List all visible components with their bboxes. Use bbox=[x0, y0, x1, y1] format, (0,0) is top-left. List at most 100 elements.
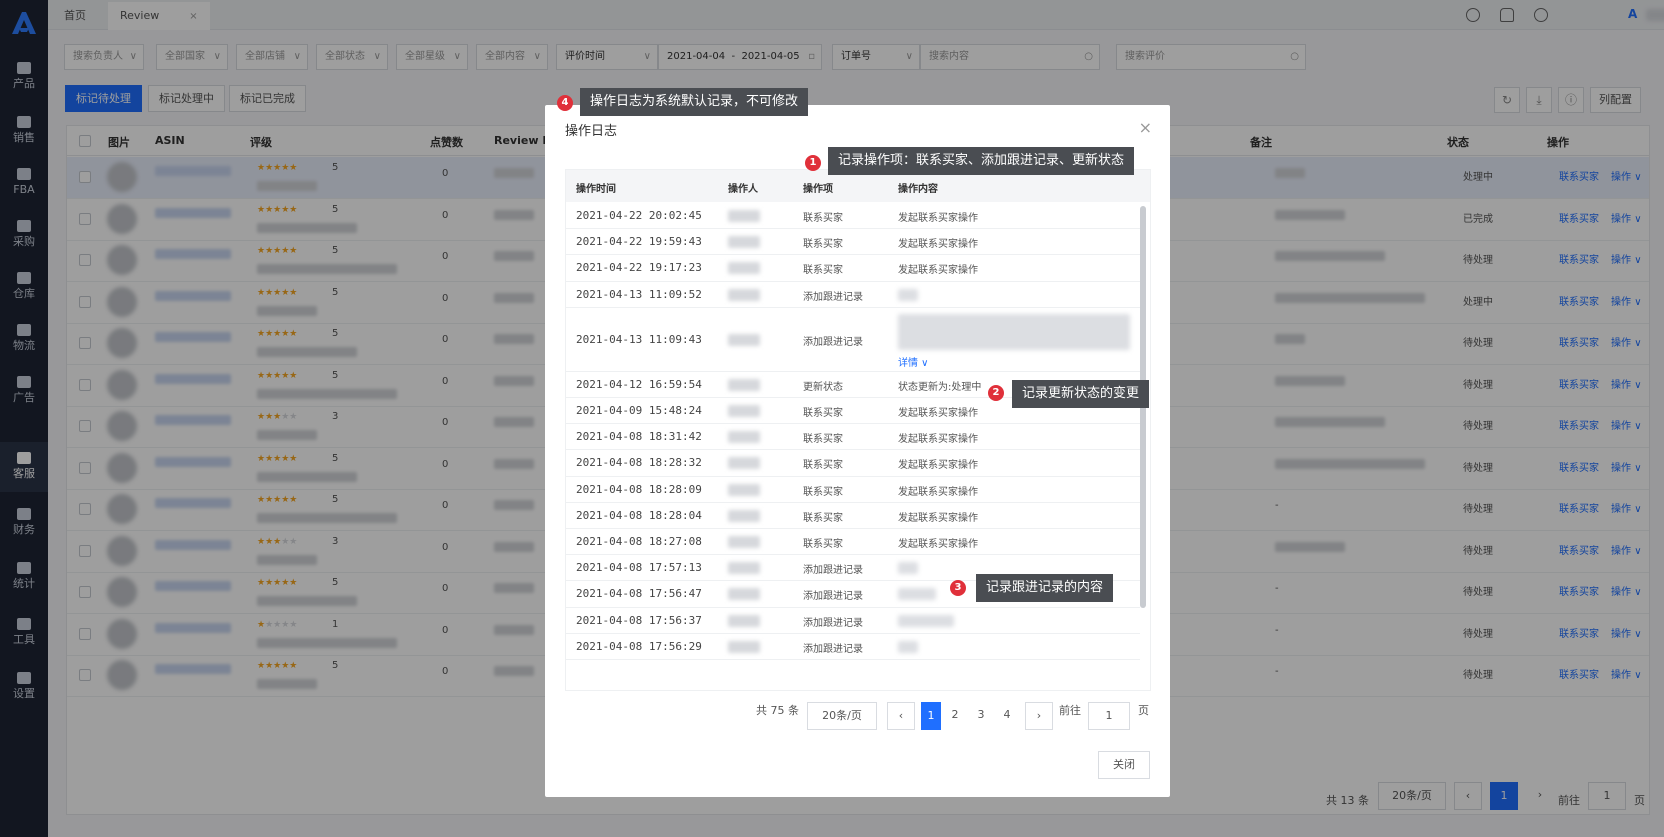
callout-3: 记录跟进记录的内容 bbox=[976, 574, 1114, 602]
log-time: 2021-04-08 18:28:32 bbox=[576, 456, 702, 470]
log-goto-label: 前往 bbox=[1059, 704, 1081, 717]
log-item: 联系买家 bbox=[803, 265, 843, 277]
log-operator bbox=[728, 640, 760, 653]
log-time: 2021-04-08 17:56:47 bbox=[576, 587, 702, 601]
log-content: 发起联系买家操作 bbox=[898, 486, 978, 498]
log-page-unit: 页 bbox=[1138, 704, 1149, 717]
log-table: 操作时间 操作人 操作项 操作内容 2021-04-22 20:02:45 联系买… bbox=[565, 169, 1151, 691]
log-operator bbox=[728, 614, 760, 627]
log-row: 2021-04-08 18:28:09 联系买家 发起联系买家操作 bbox=[566, 477, 1140, 503]
log-prev-page-button[interactable]: ‹ bbox=[887, 702, 915, 730]
log-time: 2021-04-08 18:31:42 bbox=[576, 430, 702, 444]
callout-2: 记录更新状态的变更 bbox=[1012, 380, 1150, 408]
log-content bbox=[898, 562, 918, 575]
log-item: 添加跟进记录 bbox=[803, 617, 863, 629]
log-item: 联系买家 bbox=[803, 460, 843, 472]
log-content: 发起联系买家操作 bbox=[898, 460, 978, 472]
log-item: 联系买家 bbox=[803, 213, 843, 225]
log-row: 2021-04-08 18:27:08 联系买家 发起联系买家操作 bbox=[566, 529, 1140, 556]
log-operator bbox=[728, 288, 760, 301]
log-row: 2021-04-22 20:02:45 联系买家 发起联系买家操作 bbox=[566, 203, 1140, 230]
log-time: 2021-04-13 11:09:43 bbox=[576, 332, 702, 346]
log-operator bbox=[728, 536, 760, 549]
log-operator bbox=[728, 262, 760, 275]
log-operator bbox=[728, 562, 760, 575]
operation-log-dialog: 操作日志 × 操作时间 操作人 操作项 操作内容 2021-04-22 20:0… bbox=[545, 105, 1170, 797]
log-operator bbox=[728, 431, 760, 444]
detail-link[interactable]: 详情 ∨ bbox=[898, 354, 929, 369]
log-row: 2021-04-22 19:59:43 联系买家 发起联系买家操作 bbox=[566, 229, 1140, 256]
log-row: 2021-04-08 18:28:32 联系买家 发起联系买家操作 bbox=[566, 450, 1140, 477]
log-goto-input[interactable]: 1 bbox=[1088, 702, 1130, 730]
log-operator bbox=[728, 333, 760, 346]
log-operator bbox=[728, 210, 760, 223]
log-time: 2021-04-12 16:59:54 bbox=[576, 377, 702, 391]
log-time: 2021-04-22 19:17:23 bbox=[576, 261, 702, 275]
log-row: 2021-04-08 17:56:37 添加跟进记录 bbox=[566, 608, 1140, 634]
log-content: 发起联系买家操作 bbox=[898, 265, 978, 277]
header-time: 操作时间 bbox=[576, 184, 616, 195]
log-operator bbox=[728, 588, 760, 601]
header-item: 操作项 bbox=[803, 184, 833, 195]
log-row: 2021-04-13 11:09:43 添加跟进记录详情 ∨ bbox=[566, 308, 1140, 372]
log-item: 添加跟进记录 bbox=[803, 591, 863, 603]
log-content: 发起联系买家操作 bbox=[898, 239, 978, 251]
log-total-count: 共 75 条 bbox=[756, 704, 799, 717]
header-content: 操作内容 bbox=[898, 184, 938, 195]
log-time: 2021-04-08 18:28:04 bbox=[576, 508, 702, 522]
badge-4: 4 bbox=[557, 95, 573, 111]
log-time: 2021-04-22 19:59:43 bbox=[576, 235, 702, 249]
log-row: 2021-04-13 11:09:52 添加跟进记录 bbox=[566, 282, 1140, 308]
log-page-1-button[interactable]: 1 bbox=[921, 702, 941, 730]
log-page-2-button[interactable]: 2 bbox=[945, 702, 965, 730]
log-time: 2021-04-22 20:02:45 bbox=[576, 209, 702, 223]
log-operator bbox=[728, 378, 760, 391]
log-time: 2021-04-08 18:28:09 bbox=[576, 482, 702, 496]
log-content bbox=[898, 313, 1130, 350]
log-page-3-button[interactable]: 3 bbox=[971, 702, 991, 730]
log-content bbox=[898, 288, 918, 301]
log-next-page-button[interactable]: › bbox=[1025, 702, 1053, 730]
callout-1: 记录操作项：联系买家、添加跟进记录、更新状态 bbox=[828, 147, 1135, 175]
log-page-4-button[interactable]: 4 bbox=[997, 702, 1017, 730]
log-content: 发起联系买家操作 bbox=[898, 434, 978, 446]
close-icon[interactable]: × bbox=[1139, 118, 1152, 137]
log-item: 添加跟进记录 bbox=[803, 336, 863, 348]
log-item: 联系买家 bbox=[803, 539, 843, 551]
log-operator bbox=[728, 457, 760, 470]
log-row: 2021-04-08 18:28:04 联系买家 发起联系买家操作 bbox=[566, 503, 1140, 529]
log-page-size-select[interactable]: 20条/页 bbox=[807, 702, 877, 730]
log-item: 联系买家 bbox=[803, 408, 843, 420]
dialog-close-button[interactable]: 关闭 bbox=[1098, 751, 1150, 779]
log-content: 发起联系买家操作 bbox=[898, 213, 978, 225]
callout-4: 操作日志为系统默认记录，不可修改 bbox=[580, 88, 809, 116]
log-operator bbox=[728, 405, 760, 418]
log-item: 添加跟进记录 bbox=[803, 291, 863, 303]
log-operator bbox=[728, 509, 760, 522]
log-content: 发起联系买家操作 bbox=[898, 408, 978, 420]
log-operator bbox=[728, 236, 760, 249]
dialog-title: 操作日志 bbox=[565, 124, 618, 139]
log-time: 2021-04-08 18:27:08 bbox=[576, 535, 702, 549]
header-operator: 操作人 bbox=[728, 184, 758, 195]
log-item: 添加跟进记录 bbox=[803, 643, 863, 655]
log-item: 联系买家 bbox=[803, 239, 843, 251]
log-time: 2021-04-08 17:56:29 bbox=[576, 639, 702, 653]
log-content bbox=[898, 640, 918, 653]
log-time: 2021-04-09 15:48:24 bbox=[576, 404, 702, 418]
log-item: 更新状态 bbox=[803, 381, 843, 393]
log-row: 2021-04-08 17:56:29 添加跟进记录 bbox=[566, 634, 1140, 660]
log-row: 2021-04-08 18:31:42 联系买家 发起联系买家操作 bbox=[566, 424, 1140, 451]
log-time: 2021-04-08 17:57:13 bbox=[576, 561, 702, 575]
log-content: 发起联系买家操作 bbox=[898, 539, 978, 551]
log-content bbox=[898, 588, 936, 601]
log-content bbox=[898, 614, 954, 627]
badge-3: 3 bbox=[950, 580, 966, 596]
log-item: 联系买家 bbox=[803, 434, 843, 446]
log-content: 发起联系买家操作 bbox=[898, 512, 978, 524]
log-content: 状态更新为:处理中 bbox=[898, 381, 982, 393]
badge-2: 2 bbox=[988, 385, 1004, 401]
badge-1: 1 bbox=[805, 155, 821, 171]
log-time: 2021-04-13 11:09:52 bbox=[576, 287, 702, 301]
log-operator bbox=[728, 483, 760, 496]
